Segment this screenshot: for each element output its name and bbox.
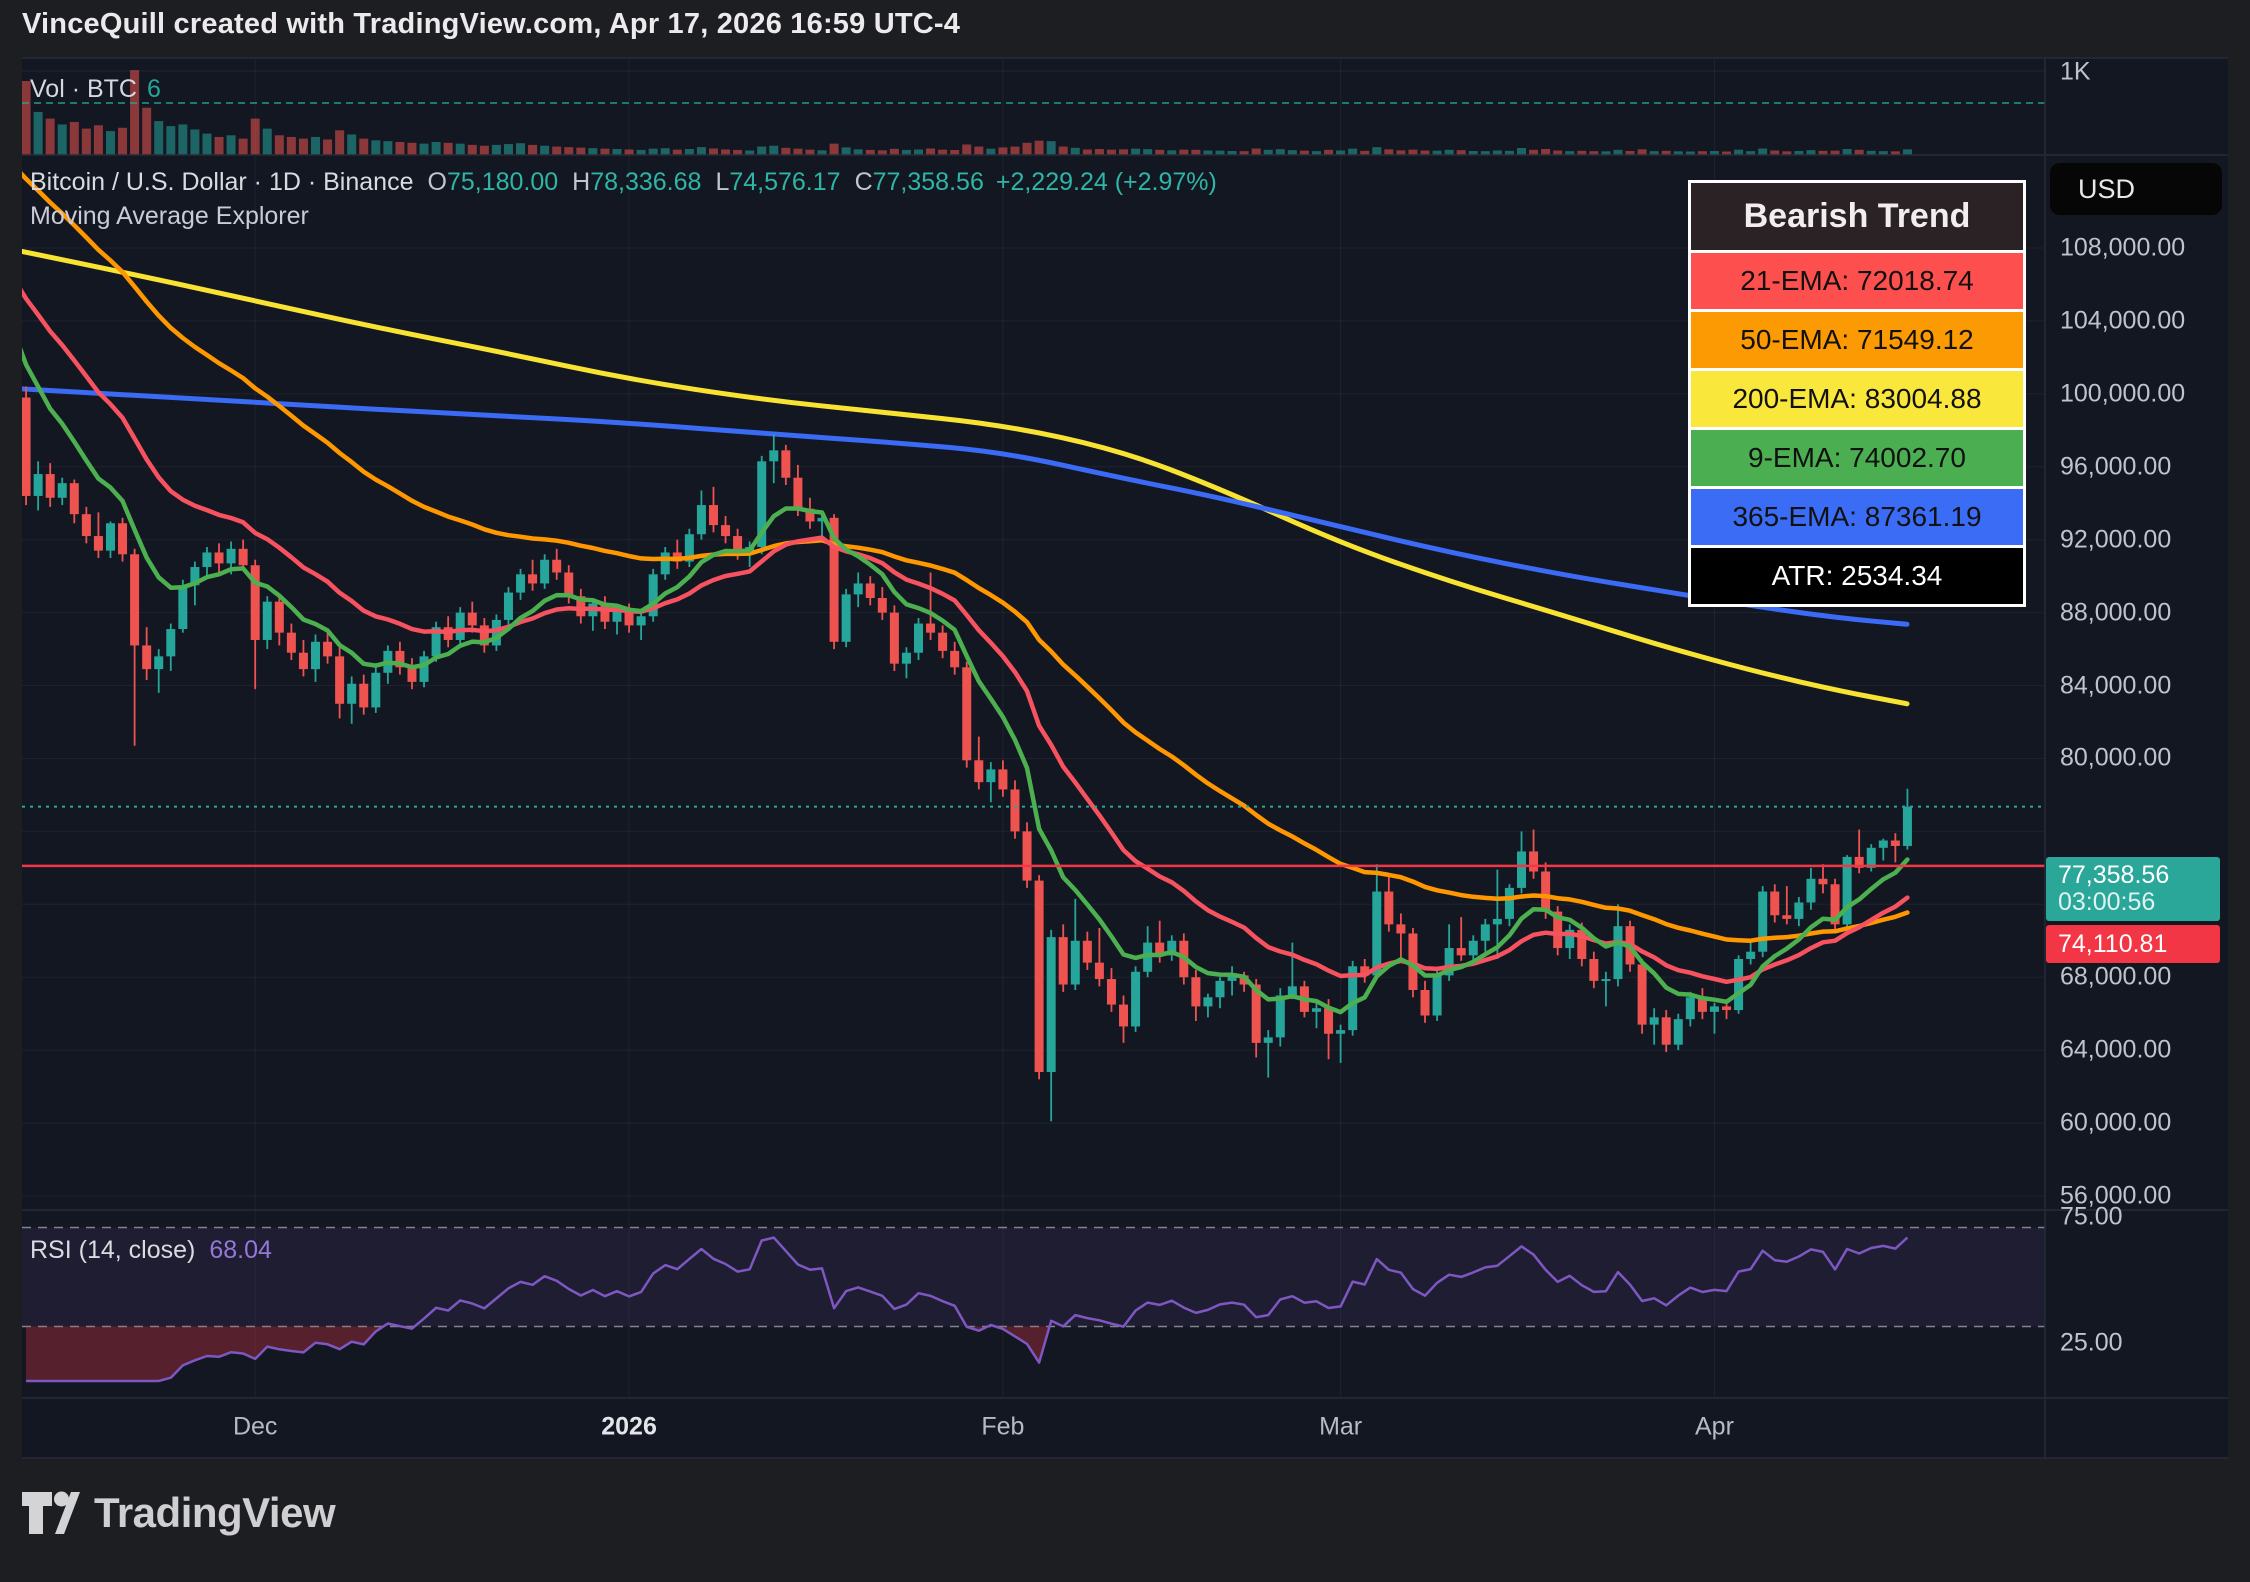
price-scale-label: 100,000.00 <box>2060 379 2186 408</box>
trend-legend-box: Bearish Trend 21-EMA: 72018.74 50-EMA: 71… <box>1688 180 2026 607</box>
tradingview-logo[interactable]: TradingView <box>22 1486 336 1540</box>
volume-label-text: Vol · BTC <box>30 75 137 103</box>
price-scale-label: 80,000.00 <box>2060 743 2172 772</box>
legend-row: 200-EMA: 83004.88 <box>1691 368 2023 427</box>
ohlc-value: 77,358.56 <box>872 168 984 196</box>
legend-row: 21-EMA: 72018.74 <box>1691 250 2023 309</box>
time-scale-label: Apr <box>1695 1412 1734 1441</box>
tradingview-logo-icon <box>22 1491 80 1534</box>
symbol-info-row[interactable]: Bitcoin / U.S. Dollar · 1D · Binance O75,… <box>30 168 1217 197</box>
ohlc-value: 78,336.68 <box>590 168 702 196</box>
trend-legend-title: Bearish Trend <box>1691 183 2023 250</box>
legend-row: 9-EMA: 74002.70 <box>1691 427 2023 486</box>
legend-row: ATR: 2534.34 <box>1691 545 2023 604</box>
price-scale-label: 84,000.00 <box>2060 671 2172 700</box>
alert-price-badge: 74,110.81 <box>2046 925 2220 963</box>
indicator-label[interactable]: Moving Average Explorer <box>30 202 309 231</box>
attribution-text: VinceQuill created with TradingView.com,… <box>22 8 961 40</box>
current-price-value: 77,358.56 <box>2058 861 2170 889</box>
ohlc-key: H <box>572 168 591 196</box>
rsi-label-text: RSI (14, close) <box>30 1236 196 1264</box>
ohlc-value: 74,576.17 <box>729 168 841 196</box>
time-scale-label: 2026 <box>601 1412 657 1441</box>
price-scale-label: 104,000.00 <box>2060 306 2186 335</box>
price-scale-label: 92,000.00 <box>2060 525 2172 554</box>
volume-ma-length: 6 <box>146 75 161 103</box>
time-scale-label: Mar <box>1319 1412 1363 1441</box>
price-scale-label: 88,000.00 <box>2060 598 2172 627</box>
tradingview-chart-window: VinceQuill created with TradingView.com,… <box>0 0 2250 1582</box>
volume-scale-label: 1K <box>2060 57 2091 86</box>
tradingview-logo-text: TradingView <box>94 1489 336 1536</box>
volume-indicator-label[interactable]: Vol · BTC 6 <box>30 75 161 104</box>
time-scale-label: Dec <box>232 1412 278 1441</box>
price-scale-label: 64,000.00 <box>2060 1035 2172 1064</box>
price-scale-label: 60,000.00 <box>2060 1108 2172 1137</box>
rsi-lower-scale-label: 25.00 <box>2060 1328 2123 1357</box>
price-scale-label: 108,000.00 <box>2060 233 2186 262</box>
change-value: +2,229.24 (+2.97%) <box>995 168 1217 196</box>
rsi-indicator-label[interactable]: RSI (14, close) 68.04 <box>30 1236 272 1265</box>
time-scale-label: Feb <box>981 1412 1025 1441</box>
ohlc-value: 75,180.00 <box>446 168 559 196</box>
candle-countdown: 03:00:56 <box>2058 888 2156 916</box>
legend-row: 365-EMA: 87361.19 <box>1691 486 2023 545</box>
current-price-badge: 77,358.56 03:00:56 <box>2046 857 2220 921</box>
rsi-upper-scale-label: 75.00 <box>2060 1202 2123 1231</box>
legend-row: 50-EMA: 71549.12 <box>1691 309 2023 368</box>
ohlc-key: C <box>854 168 873 196</box>
price-scale-label: 68,000.00 <box>2060 962 2172 991</box>
currency-toggle-button[interactable]: USD <box>2050 163 2222 215</box>
symbol-meta: Bitcoin / U.S. Dollar · 1D · Binance <box>30 168 414 196</box>
ohlc-values: O75,180.00 H78,336.68 L74,576.17 C77,358.56 <box>413 168 983 196</box>
price-scale-label: 96,000.00 <box>2060 452 2172 481</box>
ohlc-key: L <box>715 168 730 196</box>
ohlc-key: O <box>427 168 447 196</box>
rsi-value: 68.04 <box>209 1236 272 1264</box>
